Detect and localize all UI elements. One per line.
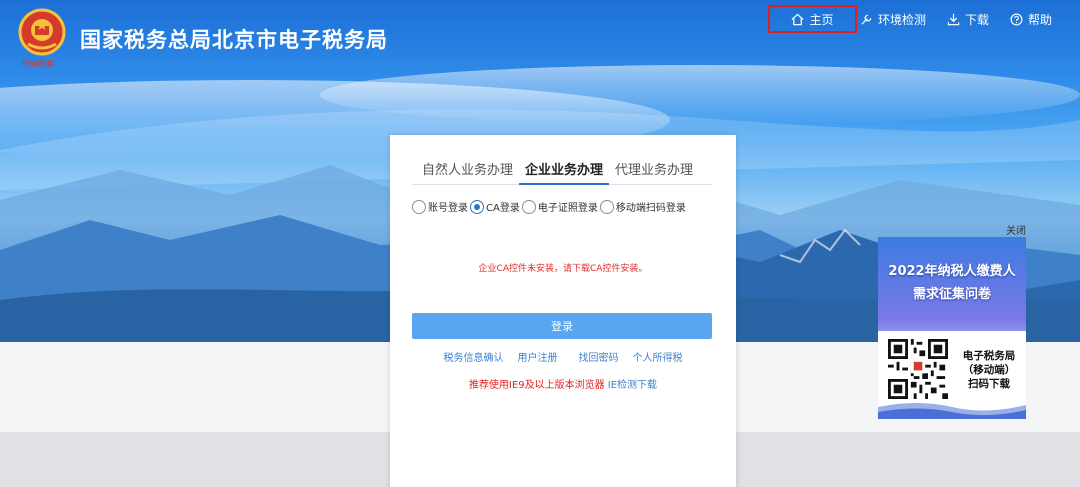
radio-circle xyxy=(599,199,614,214)
link-recover-password[interactable]: 找回密码 xyxy=(579,349,619,364)
link-user-register[interactable]: 用户注册 xyxy=(518,349,558,364)
link-tax-info-confirm[interactable]: 税务信息确认 xyxy=(444,349,504,364)
radio-label: 电子证照登录 xyxy=(537,203,598,214)
help-icon xyxy=(1010,13,1023,25)
promo-title-line2: 需求征集问卷 xyxy=(912,287,991,302)
radio-mobile-scan-login[interactable]: 移动端扫码登录 xyxy=(599,199,686,214)
site-title: 国家税务总局北京市电子税务局 xyxy=(80,28,388,52)
radio-label: 移动端扫码登录 xyxy=(615,203,686,214)
radio-label: 账号登录 xyxy=(428,203,468,214)
qr-code-icon xyxy=(888,339,948,399)
login-tabs: 自然人业务办理 企业业务办理 代理业务办理 xyxy=(412,157,712,185)
browser-recommendation: 推荐使用IE9及以上版本浏览器 IE检测下载 xyxy=(390,376,736,391)
promo-app-line2: （移动端） xyxy=(962,364,1016,376)
promo-close-button[interactable]: 关闭 xyxy=(1006,222,1026,237)
radio-circle xyxy=(521,199,536,214)
promo-app-text: 电子税务局 （移动端） 扫码下载 xyxy=(952,349,1026,391)
promo-app-line3: 扫码下载 xyxy=(968,378,1010,390)
nav-environment-label: 环境检测 xyxy=(878,12,927,27)
nav-download[interactable]: 下载 xyxy=(947,5,989,33)
download-icon xyxy=(947,13,960,25)
radio-account-login[interactable]: 账号登录 xyxy=(412,199,468,214)
radio-label: CA登录 xyxy=(486,203,520,214)
tab-agent[interactable]: 代理业务办理 xyxy=(609,157,699,185)
tab-enterprise[interactable]: 企业业务办理 xyxy=(519,157,610,185)
radio-circle xyxy=(412,199,426,214)
browser-note-text: 推荐使用IE9及以上版本浏览器 xyxy=(468,380,605,391)
promo-title-line1: 2022年纳税人缴费人 xyxy=(888,264,1016,279)
wave-decoration xyxy=(878,403,1026,419)
top-navigation: 主页 环境检测 下载 帮助 xyxy=(768,5,1052,33)
nav-home[interactable]: 主页 xyxy=(768,5,857,33)
promo-title: 2022年纳税人缴费人 需求征集问卷 xyxy=(878,260,1026,306)
warning-text: 企业CA控件未安装，请 xyxy=(478,264,572,274)
home-icon xyxy=(792,13,804,25)
radio-e-license-login[interactable]: 电子证照登录 xyxy=(521,199,598,214)
nav-environment-check[interactable]: 环境检测 xyxy=(860,5,926,33)
link-individual-income-tax[interactable]: 个人所得税 xyxy=(633,349,683,364)
wrench-icon xyxy=(861,14,872,25)
warning-suffix: 。 xyxy=(638,264,648,274)
nav-help-label: 帮助 xyxy=(1028,12,1053,27)
national-emblem-icon xyxy=(18,8,66,56)
tab-natural-person[interactable]: 自然人业务办理 xyxy=(412,157,519,185)
emblem-caption: 中国税务 xyxy=(22,59,54,68)
ca-warning-message: 企业CA控件未安装，请下载CA控件安装。 xyxy=(390,261,736,274)
download-ca-link[interactable]: 下载CA控件安装 xyxy=(572,264,638,274)
promo-app-line1: 电子税务局 xyxy=(962,350,1016,362)
login-button[interactable]: 登录 xyxy=(412,313,712,339)
nav-home-label: 主页 xyxy=(809,12,834,27)
auxiliary-links: 税务信息确认 用户注册 找回密码 个人所得税 xyxy=(390,349,736,364)
ie-check-download-link[interactable]: IE检测下载 xyxy=(608,380,657,391)
nav-download-label: 下载 xyxy=(965,12,990,27)
radio-ca-login[interactable]: CA登录 xyxy=(470,199,520,214)
promo-panel[interactable]: 2022年纳税人缴费人 需求征集问卷 电子税务局 （移动端） 扫码下载 xyxy=(878,237,1026,419)
nav-help[interactable]: 帮助 xyxy=(1010,5,1052,33)
login-card: 自然人业务办理 企业业务办理 代理业务办理 账号登录 CA登录 电子证照登录 移… xyxy=(390,135,736,487)
radio-circle xyxy=(470,199,484,214)
login-method-group: 账号登录 CA登录 电子证照登录 移动端扫码登录 xyxy=(412,199,688,214)
